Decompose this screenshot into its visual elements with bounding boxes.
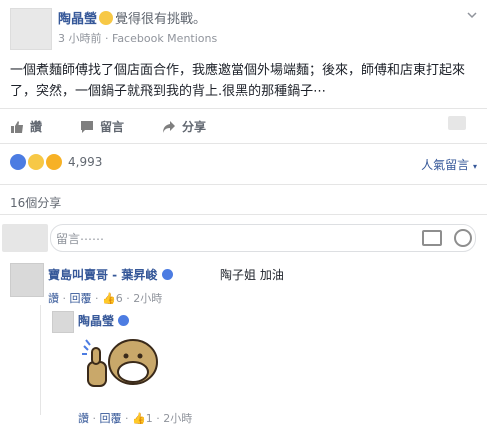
verified-badge-icon xyxy=(161,269,173,280)
comment-button[interactable]: 留言 xyxy=(80,118,124,135)
wow-reaction-icon xyxy=(28,154,44,170)
post-meta: 3 小時前 · Facebook Mentions xyxy=(58,30,217,46)
like-button[interactable]: 讚 xyxy=(10,118,42,135)
like-reaction-icon xyxy=(10,154,26,170)
divider xyxy=(0,108,487,109)
share-icon xyxy=(162,120,176,134)
comment-actions: 讚 · 回覆 · 👍6 · 2小時 xyxy=(48,292,163,305)
commenter-avatar[interactable] xyxy=(10,263,44,297)
caret-down-icon: ▾ xyxy=(472,162,477,171)
comment-placeholder: 留言⋯⋯ xyxy=(56,232,105,246)
share-count[interactable]: 16個分享 xyxy=(10,194,61,211)
comment-like-count[interactable]: 6 xyxy=(116,292,123,305)
chevron-down-icon[interactable] xyxy=(467,10,477,20)
sticker-image xyxy=(82,339,158,387)
thumbs-up-icon: 👍 xyxy=(102,292,116,305)
reaction-count: 4,993 xyxy=(68,155,103,169)
comment-text: 陶子姐 加油 xyxy=(220,268,284,282)
share-button[interactable]: 分享 xyxy=(162,118,206,135)
comment-input[interactable] xyxy=(50,224,476,252)
share-label: 分享 xyxy=(182,120,207,134)
comment-time[interactable]: 2小時 xyxy=(133,292,162,305)
post-source[interactable]: Facebook Mentions xyxy=(112,32,217,45)
comment-like-button[interactable]: 讚 xyxy=(48,292,59,305)
author-avatar[interactable] xyxy=(10,8,52,50)
comment-label: 留言 xyxy=(100,120,125,134)
post-text: 一個煮麵師傅找了個店面合作，我應邀當個外場端麵；後來，師傅和店東打起來了，突然，… xyxy=(10,63,466,99)
blurred-avatar xyxy=(448,116,466,130)
emoji-icon[interactable] xyxy=(454,229,472,247)
reply-actions: 讚 · 回覆 · 👍1 · 2小時 xyxy=(78,412,193,425)
reply-avatar[interactable] xyxy=(52,311,74,333)
verified-badge-icon xyxy=(118,315,130,326)
post-feeling: 覺得很有挑戰。 xyxy=(115,12,207,27)
post-time[interactable]: 3 小時前 xyxy=(58,32,102,45)
post-author[interactable]: 陶晶瑩 xyxy=(58,12,97,27)
reply-reply-button[interactable]: 回覆 xyxy=(100,412,122,425)
like-label: 讚 xyxy=(30,120,43,134)
comment-author[interactable]: 寶島叫賣哥 - 葉昇峻 xyxy=(48,268,157,282)
thumbs-up-icon xyxy=(10,120,24,134)
thumbs-up-icon: 👍 xyxy=(132,412,146,425)
haha-reaction-icon xyxy=(46,154,62,170)
blurred-user-avatar xyxy=(2,224,48,252)
sort-dropdown[interactable]: 人氣留言 ▾ xyxy=(421,156,477,173)
divider xyxy=(0,143,487,144)
feeling-emoji-icon xyxy=(99,11,114,25)
divider xyxy=(0,214,487,215)
divider xyxy=(0,184,487,185)
reply-like-count[interactable]: 1 xyxy=(146,412,153,425)
sort-label: 人氣留言 xyxy=(421,158,470,172)
reaction-summary[interactable]: 4,993 xyxy=(10,154,102,170)
camera-icon[interactable] xyxy=(422,230,442,246)
meta-separator: · xyxy=(105,32,109,45)
reply-like-button[interactable]: 讚 xyxy=(78,412,89,425)
comment-reply-button[interactable]: 回覆 xyxy=(70,292,92,305)
reply-time[interactable]: 2小時 xyxy=(163,412,192,425)
reply-thread-line xyxy=(40,305,41,415)
reply-author[interactable]: 陶晶瑩 xyxy=(78,314,114,328)
comment-icon xyxy=(80,120,94,134)
